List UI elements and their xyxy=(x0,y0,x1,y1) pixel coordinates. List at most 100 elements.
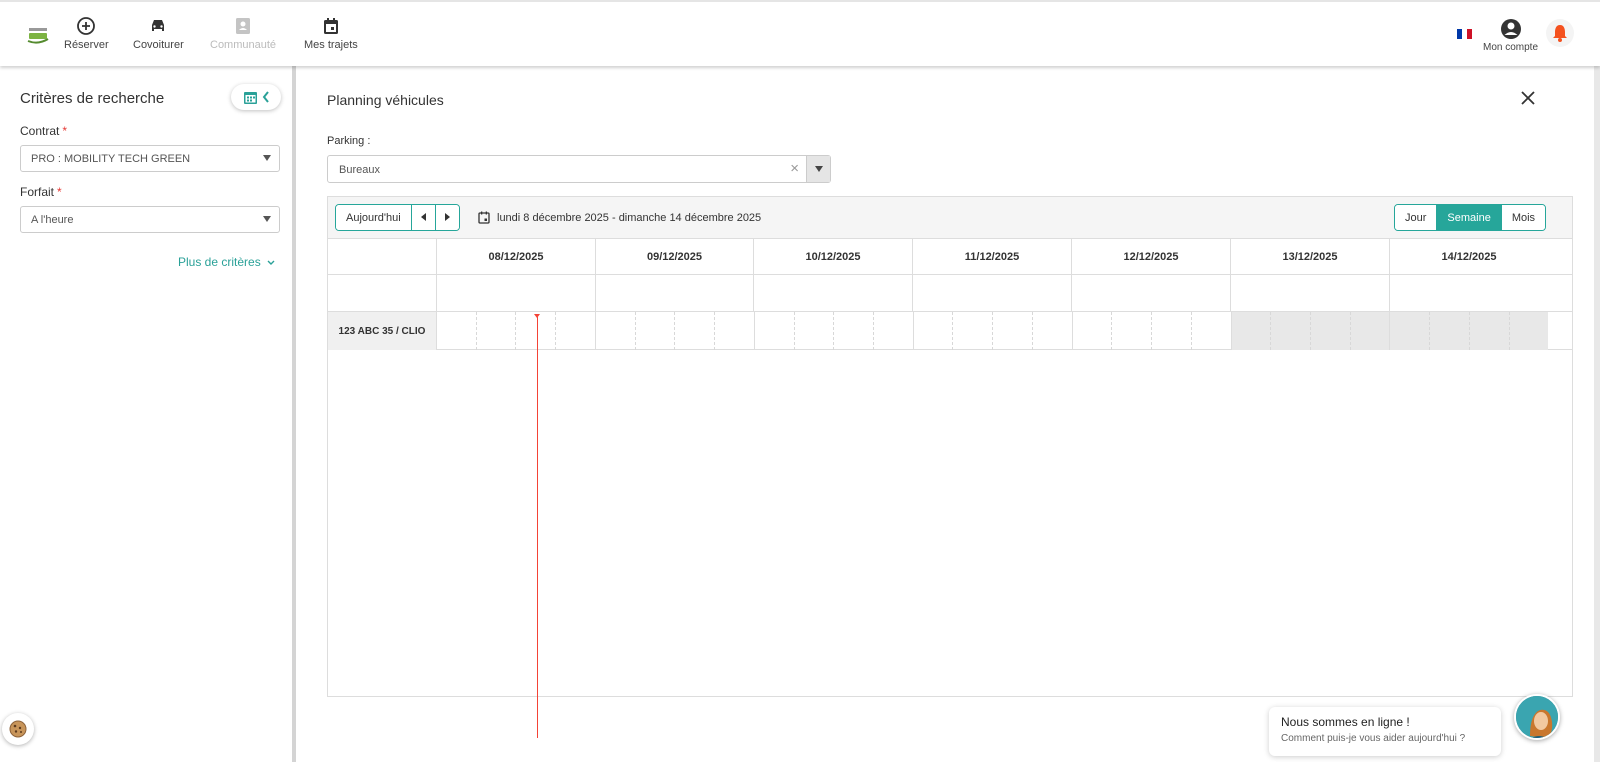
time-slot[interactable] xyxy=(1031,312,1072,350)
resource-label: 123 ABC 35 / CLIO xyxy=(328,312,436,350)
date-range[interactable]: lundi 8 décembre 2025 - dimanche 14 déce… xyxy=(478,211,761,224)
time-slot[interactable] xyxy=(992,312,1032,350)
french-flag-icon[interactable] xyxy=(1457,29,1472,39)
day-header: 08/12/2025 xyxy=(436,239,595,275)
time-slot[interactable] xyxy=(1429,312,1469,350)
time-slot[interactable] xyxy=(793,312,834,350)
next-button[interactable] xyxy=(435,205,459,230)
caret-down-icon xyxy=(263,216,271,222)
day-divider xyxy=(595,275,596,311)
day-divider xyxy=(1230,275,1231,311)
calendar-icon xyxy=(243,91,257,104)
sidebar-collapse-toggle[interactable] xyxy=(231,84,281,110)
time-slot[interactable] xyxy=(634,312,675,350)
day-header-row: 08/12/2025 09/12/2025 10/12/2025 11/12/2… xyxy=(328,239,1572,275)
chat-title: Nous sommes en ligne ! xyxy=(1281,715,1410,729)
next-arrow-icon xyxy=(444,212,450,221)
sidebar-title: Critères de recherche xyxy=(20,90,165,107)
time-slot[interactable] xyxy=(1071,312,1112,350)
calendar-icon xyxy=(478,211,490,224)
plan-select[interactable]: A l'heure xyxy=(20,206,280,233)
chevron-left-icon xyxy=(262,91,269,103)
time-slot[interactable] xyxy=(952,312,992,350)
view-week-button[interactable]: Semaine xyxy=(1437,205,1502,230)
clear-icon[interactable]: × xyxy=(790,160,799,177)
day-divider xyxy=(436,275,437,311)
scheduler: Aujourd'hui lundi 8 décembre 2025 - dima… xyxy=(327,196,1573,738)
top-navigation-bar: Réserver Covoiturer Communauté Mes traje… xyxy=(0,0,1600,66)
nav-label: Réserver xyxy=(64,39,109,51)
view-day-button[interactable]: Jour xyxy=(1395,205,1438,230)
time-slot[interactable] xyxy=(753,312,794,350)
today-button[interactable]: Aujourd'hui xyxy=(336,205,412,230)
account-label: Mon compte xyxy=(1483,42,1539,53)
contract-label: Contrat * xyxy=(20,124,68,138)
search-criteria-sidebar: Critères de recherche Contrat * PRO : MOB… xyxy=(0,66,296,762)
contact-card-icon xyxy=(236,18,251,34)
time-slot[interactable] xyxy=(436,312,476,350)
time-slot[interactable] xyxy=(674,312,714,350)
calendar-icon xyxy=(323,18,338,34)
cookie-icon xyxy=(9,720,27,738)
nav-label: Mes trajets xyxy=(304,39,358,51)
scheduler-toolbar: Aujourd'hui lundi 8 décembre 2025 - dima… xyxy=(328,197,1572,239)
vehicle-planning-panel: Planning véhicules Parking : Bureaux × A… xyxy=(296,66,1600,762)
time-slot[interactable] xyxy=(1389,312,1430,350)
time-slot[interactable] xyxy=(1190,312,1231,350)
time-slot[interactable] xyxy=(912,312,953,350)
time-slot[interactable] xyxy=(872,312,913,350)
day-divider xyxy=(1071,275,1072,311)
chat-subtitle: Comment puis-je vous aider aujourd'hui ? xyxy=(1281,733,1466,744)
nav-reserver[interactable]: Réserver xyxy=(64,16,109,51)
day-header: 09/12/2025 xyxy=(595,239,753,275)
time-slot[interactable] xyxy=(594,312,635,350)
time-slot[interactable] xyxy=(1508,312,1549,350)
day-header: 14/12/2025 xyxy=(1389,239,1548,275)
cookie-settings-button[interactable] xyxy=(2,713,34,745)
view-month-button[interactable]: Mois xyxy=(1501,205,1546,230)
contract-value: PRO : MOBILITY TECH GREEN xyxy=(31,153,191,165)
account-menu[interactable]: Mon compte xyxy=(1483,18,1538,53)
time-slot[interactable] xyxy=(833,312,873,350)
nav-label: Communauté xyxy=(210,39,277,51)
time-slot[interactable] xyxy=(1309,312,1350,350)
time-slot[interactable] xyxy=(1468,312,1509,350)
chat-bubble[interactable]: Nous sommes en ligne ! Comment puis-je v… xyxy=(1269,707,1501,756)
dropdown-arrow-button[interactable] xyxy=(806,156,830,182)
day-divider xyxy=(753,275,754,311)
chat-agent-avatar[interactable] xyxy=(1514,694,1560,740)
nav-mes-trajets[interactable]: Mes trajets xyxy=(304,16,358,51)
day-divider xyxy=(912,275,913,311)
contract-select[interactable]: PRO : MOBILITY TECH GREEN xyxy=(20,145,280,172)
user-circle-icon xyxy=(1500,19,1521,39)
close-icon[interactable] xyxy=(1521,91,1535,105)
app-logo[interactable] xyxy=(26,24,50,46)
parking-select[interactable]: Bureaux × xyxy=(327,155,831,183)
plus-circle-icon xyxy=(77,17,96,35)
more-criteria-link[interactable]: Plus de critères xyxy=(178,255,275,269)
time-slot[interactable] xyxy=(1111,312,1151,350)
day-header: 13/12/2025 xyxy=(1230,239,1389,275)
current-time-line xyxy=(537,317,538,738)
parking-value: Bureaux xyxy=(339,164,380,176)
previous-button[interactable] xyxy=(411,205,436,230)
caret-down-icon xyxy=(263,155,271,161)
bell-icon xyxy=(1553,25,1567,42)
time-slot[interactable] xyxy=(1349,312,1390,350)
time-slot[interactable] xyxy=(555,312,595,350)
view-switcher: Jour Semaine Mois xyxy=(1394,204,1547,231)
day-divider xyxy=(1389,275,1390,311)
time-slot[interactable] xyxy=(714,312,754,350)
empty-header-row xyxy=(328,275,1572,312)
nav-label: Covoiturer xyxy=(133,39,184,51)
required-mark: * xyxy=(62,124,68,138)
time-slot[interactable] xyxy=(1151,312,1191,350)
date-range-text: lundi 8 décembre 2025 - dimanche 14 déce… xyxy=(497,211,762,224)
time-slot[interactable] xyxy=(1230,312,1271,350)
time-slot[interactable] xyxy=(1270,312,1310,350)
notifications-button[interactable] xyxy=(1546,19,1574,47)
nav-communaute: Communauté xyxy=(210,16,276,51)
required-mark: * xyxy=(57,185,62,199)
time-slot[interactable] xyxy=(475,312,516,350)
nav-covoiturer[interactable]: Covoiturer xyxy=(133,16,184,51)
